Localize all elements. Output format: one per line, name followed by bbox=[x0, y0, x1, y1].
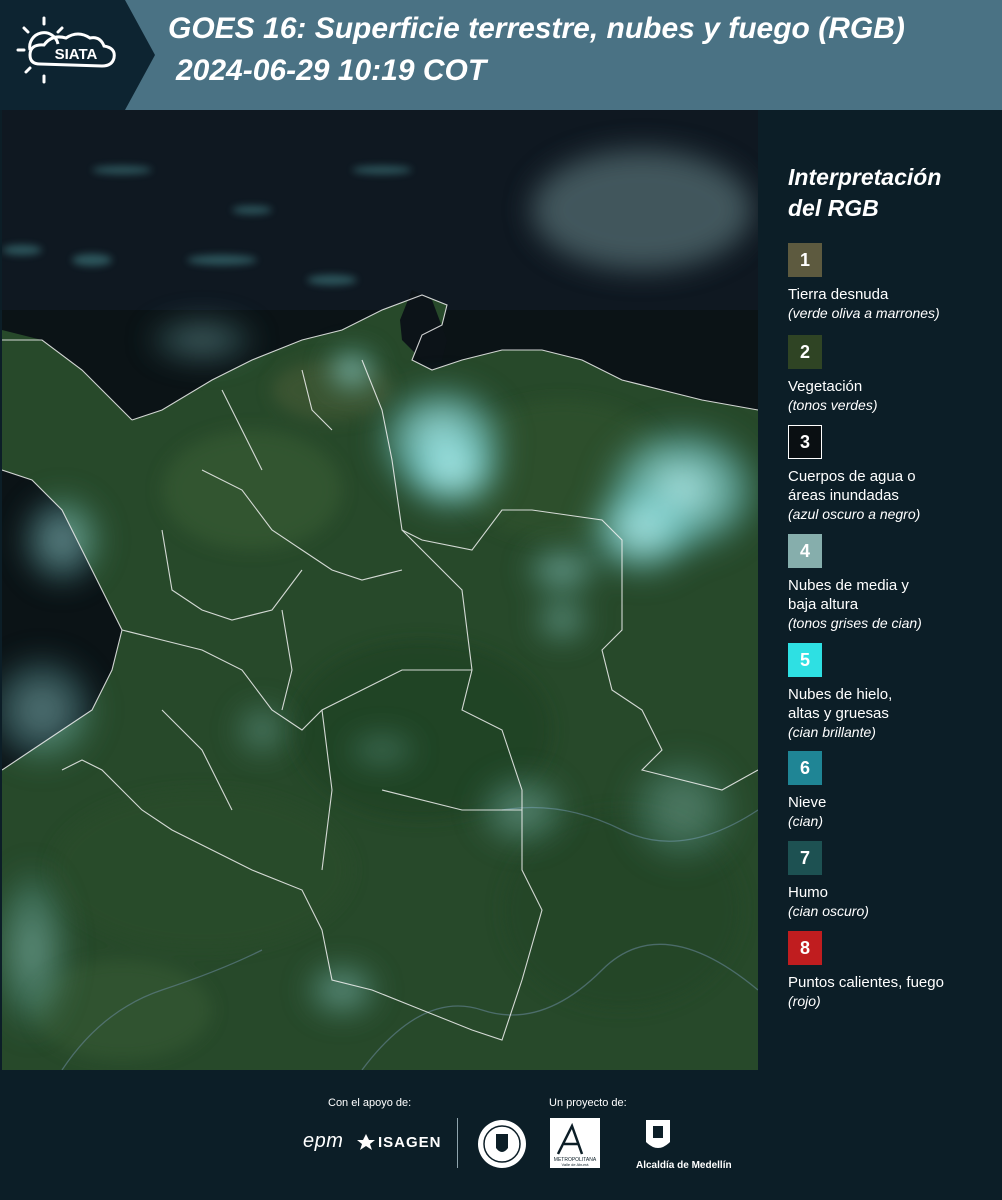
legend-title-line1: Interpretación bbox=[788, 164, 942, 190]
legend-swatch: 6 bbox=[788, 751, 822, 785]
satellite-map[interactable] bbox=[2, 110, 758, 1070]
legend-item-smoke: 7 Humo (cian oscuro) bbox=[788, 841, 988, 921]
legend-item-desc: (cian brillante) bbox=[788, 724, 876, 740]
legend-item-label: Puntos calientes, fuego bbox=[788, 974, 944, 991]
legend-item-desc: (azul oscuro a negro) bbox=[788, 506, 921, 522]
header-bar: SIATA GOES 16: Superficie terrestre, nub… bbox=[0, 0, 1002, 110]
legend-item-label: Cuerpos de agua o áreas inundadas bbox=[788, 468, 916, 504]
legend-swatch: 5 bbox=[788, 643, 822, 677]
legend-item-desc: (verde oliva a marrones) bbox=[788, 305, 940, 321]
legend-item-desc: (cian) bbox=[788, 813, 824, 829]
epm-logo: epm bbox=[303, 1130, 344, 1152]
isagen-icon bbox=[357, 1134, 375, 1150]
siata-logo-banner: SIATA bbox=[0, 0, 155, 110]
legend-item-label: Nieve bbox=[788, 794, 827, 811]
legend-item-label: Nubes de media y baja altura bbox=[788, 577, 909, 613]
legend-item-desc: (cian oscuro) bbox=[788, 903, 869, 919]
legend-swatch: 8 bbox=[788, 931, 822, 965]
legend-item-label: Humo bbox=[788, 884, 829, 901]
legend-item-water: 3 Cuerpos de agua o áreas inundadas (azu… bbox=[788, 425, 988, 524]
legend-item-label: Nubes de hielo, altas y gruesas bbox=[788, 686, 893, 722]
project-label: Un proyecto de: bbox=[549, 1097, 627, 1109]
page-title: GOES 16: Superficie terrestre, nubes y f… bbox=[168, 12, 905, 45]
legend-item-label: Vegetación bbox=[788, 378, 863, 395]
legend-item-snow: 6 Nieve (cian) bbox=[788, 751, 988, 831]
image-datetime: 2024-06-29 10:19 COT bbox=[176, 54, 487, 87]
rgb-legend: Interpretación del RGB 1 Tierra desnuda … bbox=[760, 110, 1002, 1070]
legend-item-low-clouds: 4 Nubes de media y baja altura (tonos gr… bbox=[788, 534, 988, 633]
legend-title-line2: del RGB bbox=[788, 195, 879, 221]
legend-title: Interpretación del RGB bbox=[788, 162, 988, 224]
legend-swatch: 1 bbox=[788, 243, 822, 277]
legend-item-label: Tierra desnuda bbox=[788, 286, 889, 303]
legend-swatch: 7 bbox=[788, 841, 822, 875]
legend-item-vegetation: 2 Vegetación (tonos verdes) bbox=[788, 335, 988, 415]
legend-item-ice-clouds: 5 Nubes de hielo, altas y gruesas (cian … bbox=[788, 643, 988, 742]
legend-item-desc: (rojo) bbox=[788, 993, 821, 1009]
legend-swatch: 3 bbox=[788, 425, 822, 459]
legend-item-desc: (tonos verdes) bbox=[788, 397, 878, 413]
legend-swatch: 2 bbox=[788, 335, 822, 369]
legend-swatch: 4 bbox=[788, 534, 822, 568]
legend-item-fire: 8 Puntos calientes, fuego (rojo) bbox=[788, 931, 988, 1011]
legend-item-desc: (tonos grises de cian) bbox=[788, 615, 922, 631]
alcaldia-shield-icon bbox=[646, 1120, 670, 1148]
area-metropolitana-logo: METROPOLITANA Valle de Aburrá bbox=[550, 1118, 600, 1168]
isagen-logo: ISAGEN bbox=[378, 1134, 442, 1151]
area-line2: Valle de Aburrá bbox=[561, 1162, 589, 1167]
satellite-rgb-image bbox=[2, 110, 758, 1070]
support-label: Con el apoyo de: bbox=[328, 1097, 412, 1109]
footer-sponsors: Con el apoyo de: Un proyecto de: epm ISA… bbox=[0, 1070, 1002, 1200]
legend-item-bare-soil: 1 Tierra desnuda (verde oliva a marrones… bbox=[788, 243, 988, 323]
footer-divider bbox=[457, 1118, 458, 1168]
medellin-seal-icon bbox=[478, 1120, 526, 1168]
siata-logo-text: SIATA bbox=[55, 46, 98, 63]
alcaldia-label: Alcaldía de Medellín bbox=[636, 1160, 732, 1171]
